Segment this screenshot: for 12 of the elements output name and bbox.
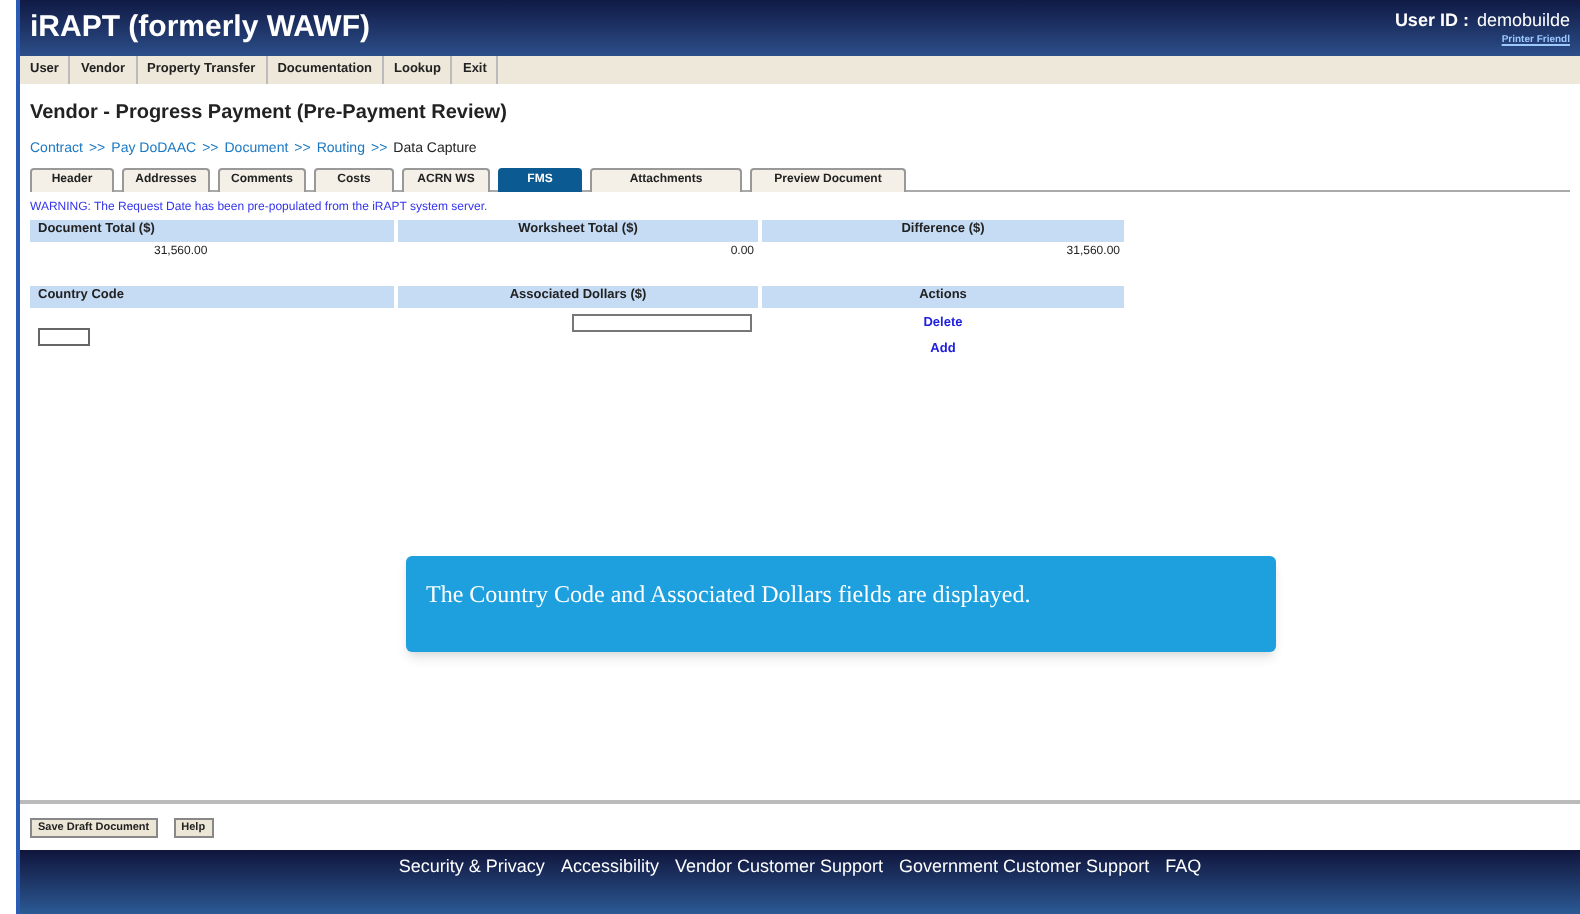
footer-link[interactable]: Vendor Customer Support xyxy=(674,854,884,881)
footer-link[interactable]: Government Customer Support xyxy=(899,854,1150,881)
footer-link[interactable]: Security & Privacy xyxy=(398,854,545,881)
input-field[interactable] xyxy=(38,328,90,346)
footer-link[interactable]: Accessibility xyxy=(560,854,659,881)
user-id-value: demobuilde xyxy=(1476,7,1570,33)
callout-text: The Country Code and Associated Dollars fields are displayed. xyxy=(426,577,1031,611)
input-field[interactable] xyxy=(572,313,752,331)
app-title: iRAPT (formerly WAWF) xyxy=(30,7,371,48)
page-title: Vendor - Progress Payment (Pre-Payment Review) xyxy=(30,100,509,128)
user-id-label: User ID : xyxy=(1394,7,1469,33)
footer-link[interactable]: FAQ xyxy=(1165,854,1202,881)
